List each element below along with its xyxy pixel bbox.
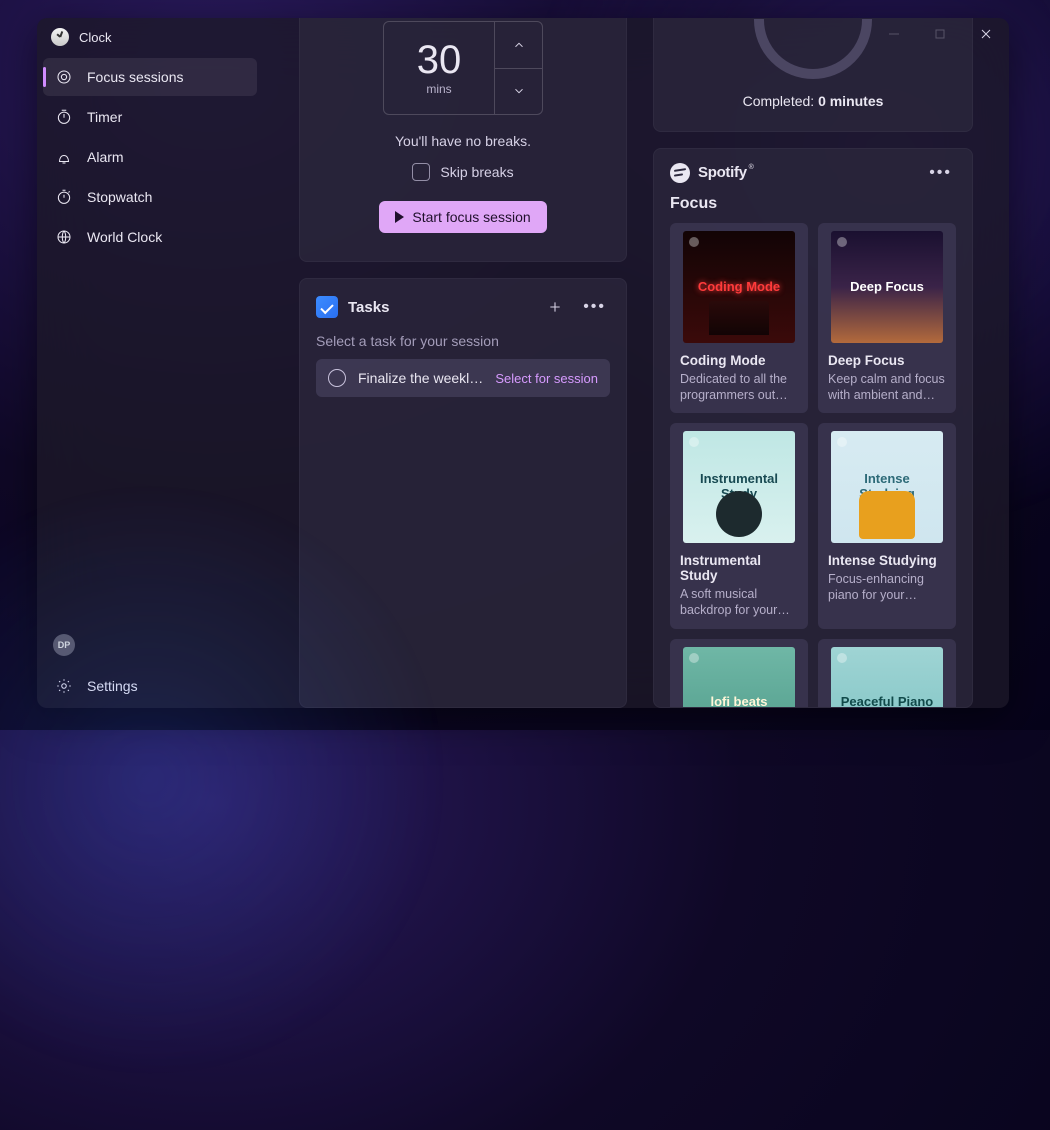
start-button-label: Start focus session: [412, 209, 530, 225]
clock-window: Clock Focus sessions Timer Alarm: [37, 18, 1009, 708]
playlist-desc: Focus-enhancing piano for your study…: [828, 572, 946, 603]
sidebar-item-alarm[interactable]: Alarm: [43, 138, 257, 176]
tasks-subtitle: Select a task for your session: [316, 333, 610, 349]
sidebar-item-world-clock[interactable]: World Clock: [43, 218, 257, 256]
gear-icon: [55, 677, 73, 695]
playlist-art: Intense Studying: [831, 431, 943, 543]
app-title: Clock: [79, 30, 112, 45]
clock-app-icon: [51, 28, 69, 46]
task-row[interactable]: Finalize the weekly r… Select for sessio…: [316, 359, 610, 397]
spotify-category: Focus: [670, 195, 956, 213]
playlist-art-title: Intense Studying: [831, 472, 943, 502]
playlist-art-title: lofi beats: [704, 695, 773, 707]
tasks-card: Tasks ••• Select a task for your session…: [299, 278, 627, 708]
playlist-art: Deep Focus: [831, 231, 943, 343]
spotify-brand: Spotify: [698, 164, 747, 181]
timer-icon: [55, 108, 73, 126]
focus-sessions-icon: [55, 68, 73, 86]
focus-duration-unit: mins: [426, 82, 451, 96]
alarm-icon: [55, 148, 73, 166]
spotify-more-button[interactable]: •••: [925, 164, 956, 182]
playlist-art-title: Peaceful Piano: [835, 695, 939, 707]
playlist-card[interactable]: Intense Studying Intense Studying Focus-en…: [818, 423, 956, 628]
chevron-down-icon: [512, 84, 526, 98]
playlist-art-title: Instrumental Study: [683, 472, 795, 502]
nav-list: Focus sessions Timer Alarm Stopwatch: [37, 52, 263, 256]
playlist-art-title: Coding Mode: [692, 280, 786, 295]
playlist-card[interactable]: Deep Focus Deep Focus Keep calm and focus …: [818, 223, 956, 413]
tasks-more-button[interactable]: •••: [579, 298, 610, 316]
sidebar-item-label: Focus sessions: [87, 69, 183, 85]
focus-session-card: 30 mins: [299, 18, 627, 262]
playlist-art: Peaceful Piano: [831, 647, 943, 708]
sidebar-item-stopwatch[interactable]: Stopwatch: [43, 178, 257, 216]
focus-duration-value: 30: [417, 40, 462, 80]
task-complete-toggle[interactable]: [328, 369, 346, 387]
user-avatar[interactable]: DP: [53, 634, 75, 656]
sidebar-item-settings[interactable]: Settings: [37, 664, 263, 708]
spotify-badge-icon: [689, 437, 699, 447]
sidebar: Clock Focus sessions Timer Alarm: [37, 18, 263, 708]
spotify-logo-icon: [670, 163, 690, 183]
skip-breaks-label: Skip breaks: [440, 164, 513, 180]
play-icon: [395, 211, 404, 223]
completed-prefix: Completed:: [743, 93, 818, 109]
duration-up-button[interactable]: [494, 22, 542, 68]
sidebar-item-label: World Clock: [87, 229, 162, 245]
playlist-art: lofi beats: [683, 647, 795, 708]
start-focus-session-button[interactable]: Start focus session: [379, 201, 546, 233]
main-area: 30 mins: [263, 18, 1009, 708]
task-select-for-session[interactable]: Select for session: [495, 371, 598, 386]
sidebar-item-focus-sessions[interactable]: Focus sessions: [43, 58, 257, 96]
task-name: Finalize the weekly r…: [358, 370, 483, 386]
sidebar-item-label: Stopwatch: [87, 189, 152, 205]
settings-label: Settings: [87, 678, 138, 694]
daily-progress-card: Completed: 0 minutes: [653, 18, 973, 132]
playlist-name: Intense Studying: [828, 553, 946, 568]
playlist-art: Coding Mode: [683, 231, 795, 343]
sidebar-item-label: Timer: [87, 109, 122, 125]
playlist-desc: A soft musical backdrop for your…: [680, 587, 798, 618]
playlist-grid: Coding Mode Coding Mode Dedicated to all t…: [670, 223, 956, 707]
playlist-art-title: Deep Focus: [844, 280, 930, 295]
sidebar-item-timer[interactable]: Timer: [43, 98, 257, 136]
playlist-card[interactable]: Instrumental Study Instrumental Study A so…: [670, 423, 808, 628]
spotify-badge-icon: [837, 653, 847, 663]
spotify-card: Spotify ® ••• Focus Coding ModeCoding Mo…: [653, 148, 973, 708]
spotify-trademark: ®: [749, 164, 754, 171]
skip-breaks-checkbox[interactable]: [412, 163, 430, 181]
duration-down-button[interactable]: [494, 68, 542, 115]
spotify-badge-icon: [837, 237, 847, 247]
focus-duration-picker: 30 mins: [383, 21, 543, 115]
completed-text: Completed: 0 minutes: [743, 93, 884, 109]
stopwatch-icon: [55, 188, 73, 206]
app-title-row: Clock: [37, 18, 263, 52]
spotify-badge-icon: [837, 437, 847, 447]
playlist-card[interactable]: Coding Mode Coding Mode Dedicated to all t…: [670, 223, 808, 413]
playlist-art: Instrumental Study: [683, 431, 795, 543]
playlist-card[interactable]: lofi beatslofi beats: [670, 639, 808, 708]
spotify-badge-icon: [689, 237, 699, 247]
tasks-app-icon: [316, 296, 338, 318]
chevron-up-icon: [512, 38, 526, 52]
playlist-card[interactable]: Peaceful PianoPeaceful Piano: [818, 639, 956, 708]
tasks-title: Tasks: [348, 299, 531, 316]
playlist-desc: Dedicated to all the programmers out…: [680, 372, 798, 403]
playlist-name: Deep Focus: [828, 353, 946, 368]
playlist-desc: Keep calm and focus with ambient and…: [828, 372, 946, 403]
playlist-name: Instrumental Study: [680, 553, 798, 583]
plus-icon: [547, 299, 563, 315]
progress-ring: [754, 18, 872, 79]
world-clock-icon: [55, 228, 73, 246]
spotify-badge-icon: [689, 653, 699, 663]
sidebar-item-label: Alarm: [87, 149, 124, 165]
breaks-info-text: You'll have no breaks.: [324, 133, 602, 149]
completed-value: 0 minutes: [818, 93, 883, 109]
add-task-button[interactable]: [541, 293, 569, 321]
playlist-name: Coding Mode: [680, 353, 798, 368]
